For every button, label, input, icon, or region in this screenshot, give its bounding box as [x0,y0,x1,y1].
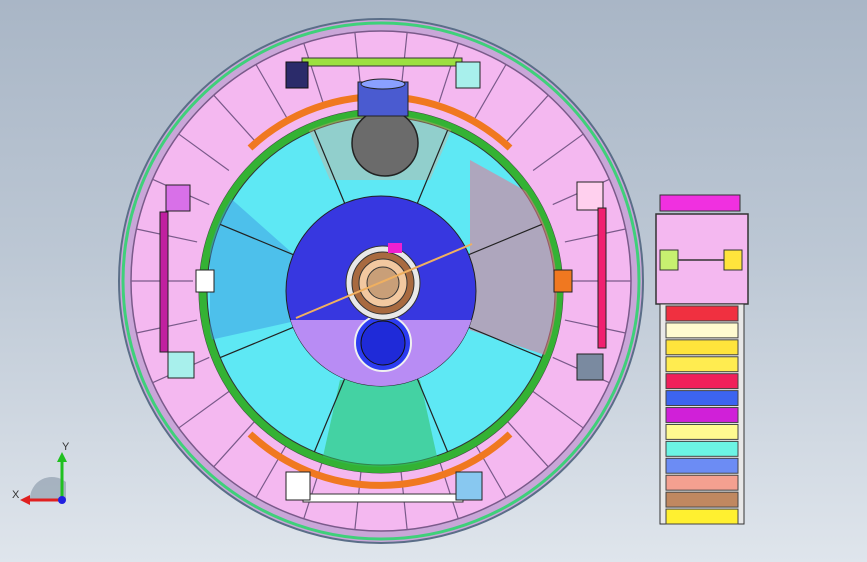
y-axis-label: Y [62,441,70,453]
stack-panel [665,322,739,339]
stack-panel [665,508,739,525]
model-viewport[interactable] [0,0,867,562]
stack-panel [665,339,739,356]
stack-panel [665,373,739,390]
stack-panel [665,407,739,423]
top-cylinder-disc [351,109,419,177]
stack-panel [665,423,739,440]
stack-panel [665,474,739,491]
z-axis-icon [58,496,66,504]
side-rack[interactable] [655,194,749,525]
stack-panel [665,457,739,474]
stack-panel [665,390,739,407]
stack-panel [665,305,739,322]
stack-panel [665,440,739,457]
x-axis-label: X [12,489,20,501]
stack-panel [665,491,739,508]
top-tube-flange [357,78,409,117]
coordinate-triad: Y X [12,441,70,505]
stack-panel [665,356,739,373]
